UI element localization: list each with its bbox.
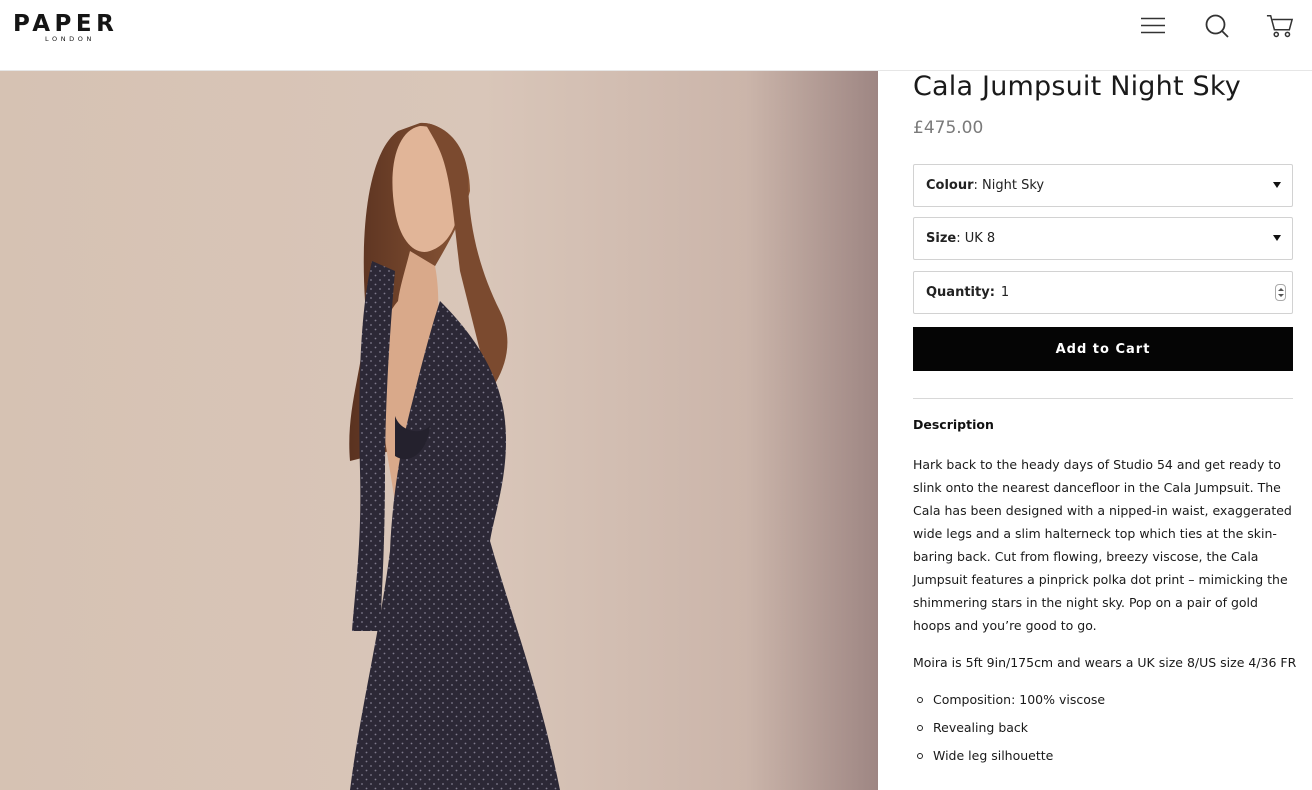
colour-select-text: Colour: Night Sky — [926, 178, 1045, 193]
menu-icon[interactable] — [1139, 12, 1167, 40]
list-item: Composition: 100% viscose — [913, 688, 1297, 711]
description-heading[interactable]: Description — [913, 417, 994, 432]
model-info: Moira is 5ft 9in/175cm and wears a UK si… — [913, 655, 1297, 670]
caret-down-icon — [1273, 182, 1281, 188]
quantity-value[interactable]: 1 — [1001, 285, 1009, 300]
list-item: Wide leg silhouette — [913, 744, 1297, 767]
search-icon[interactable] — [1203, 12, 1231, 40]
quantity-text: Quantity: 1 — [926, 285, 1009, 300]
divider — [913, 398, 1293, 399]
colour-value: Night Sky — [982, 178, 1045, 193]
description-body: Hark back to the heady days of Studio 54… — [913, 453, 1297, 772]
product-title: Cala Jumpsuit Night Sky — [913, 71, 1241, 102]
feature-list: Composition: 100% viscose Revealing back… — [913, 688, 1297, 767]
colour-select[interactable]: Colour: Night Sky — [913, 164, 1293, 207]
size-select[interactable]: Size: UK 8 — [913, 217, 1293, 260]
logo-wordmark: PAPER — [13, 11, 119, 37]
cart-icon[interactable] — [1266, 12, 1294, 40]
quantity-stepper[interactable]: Quantity: 1 — [913, 271, 1293, 314]
colour-label: Colour — [926, 178, 974, 193]
size-select-text: Size: UK 8 — [926, 231, 996, 246]
product-price: £475.00 — [913, 118, 984, 138]
caret-down-icon — [1273, 235, 1281, 241]
description-paragraph: Hark back to the heady days of Studio 54… — [913, 457, 1292, 633]
size-label: Size — [926, 231, 957, 246]
quantity-label: Quantity: — [926, 285, 995, 300]
spinner-icon[interactable] — [1275, 284, 1286, 301]
site-header: PAPER LONDON — [0, 0, 1312, 71]
add-to-cart-button[interactable]: Add to Cart — [913, 327, 1293, 371]
logo-subtitle: LONDON — [45, 35, 95, 43]
size-value: UK 8 — [964, 231, 996, 246]
product-image[interactable] — [0, 71, 878, 790]
model-photo — [0, 71, 878, 790]
paper-london-logo[interactable]: PAPER LONDON — [13, 11, 141, 43]
list-item: Revealing back — [913, 716, 1297, 739]
